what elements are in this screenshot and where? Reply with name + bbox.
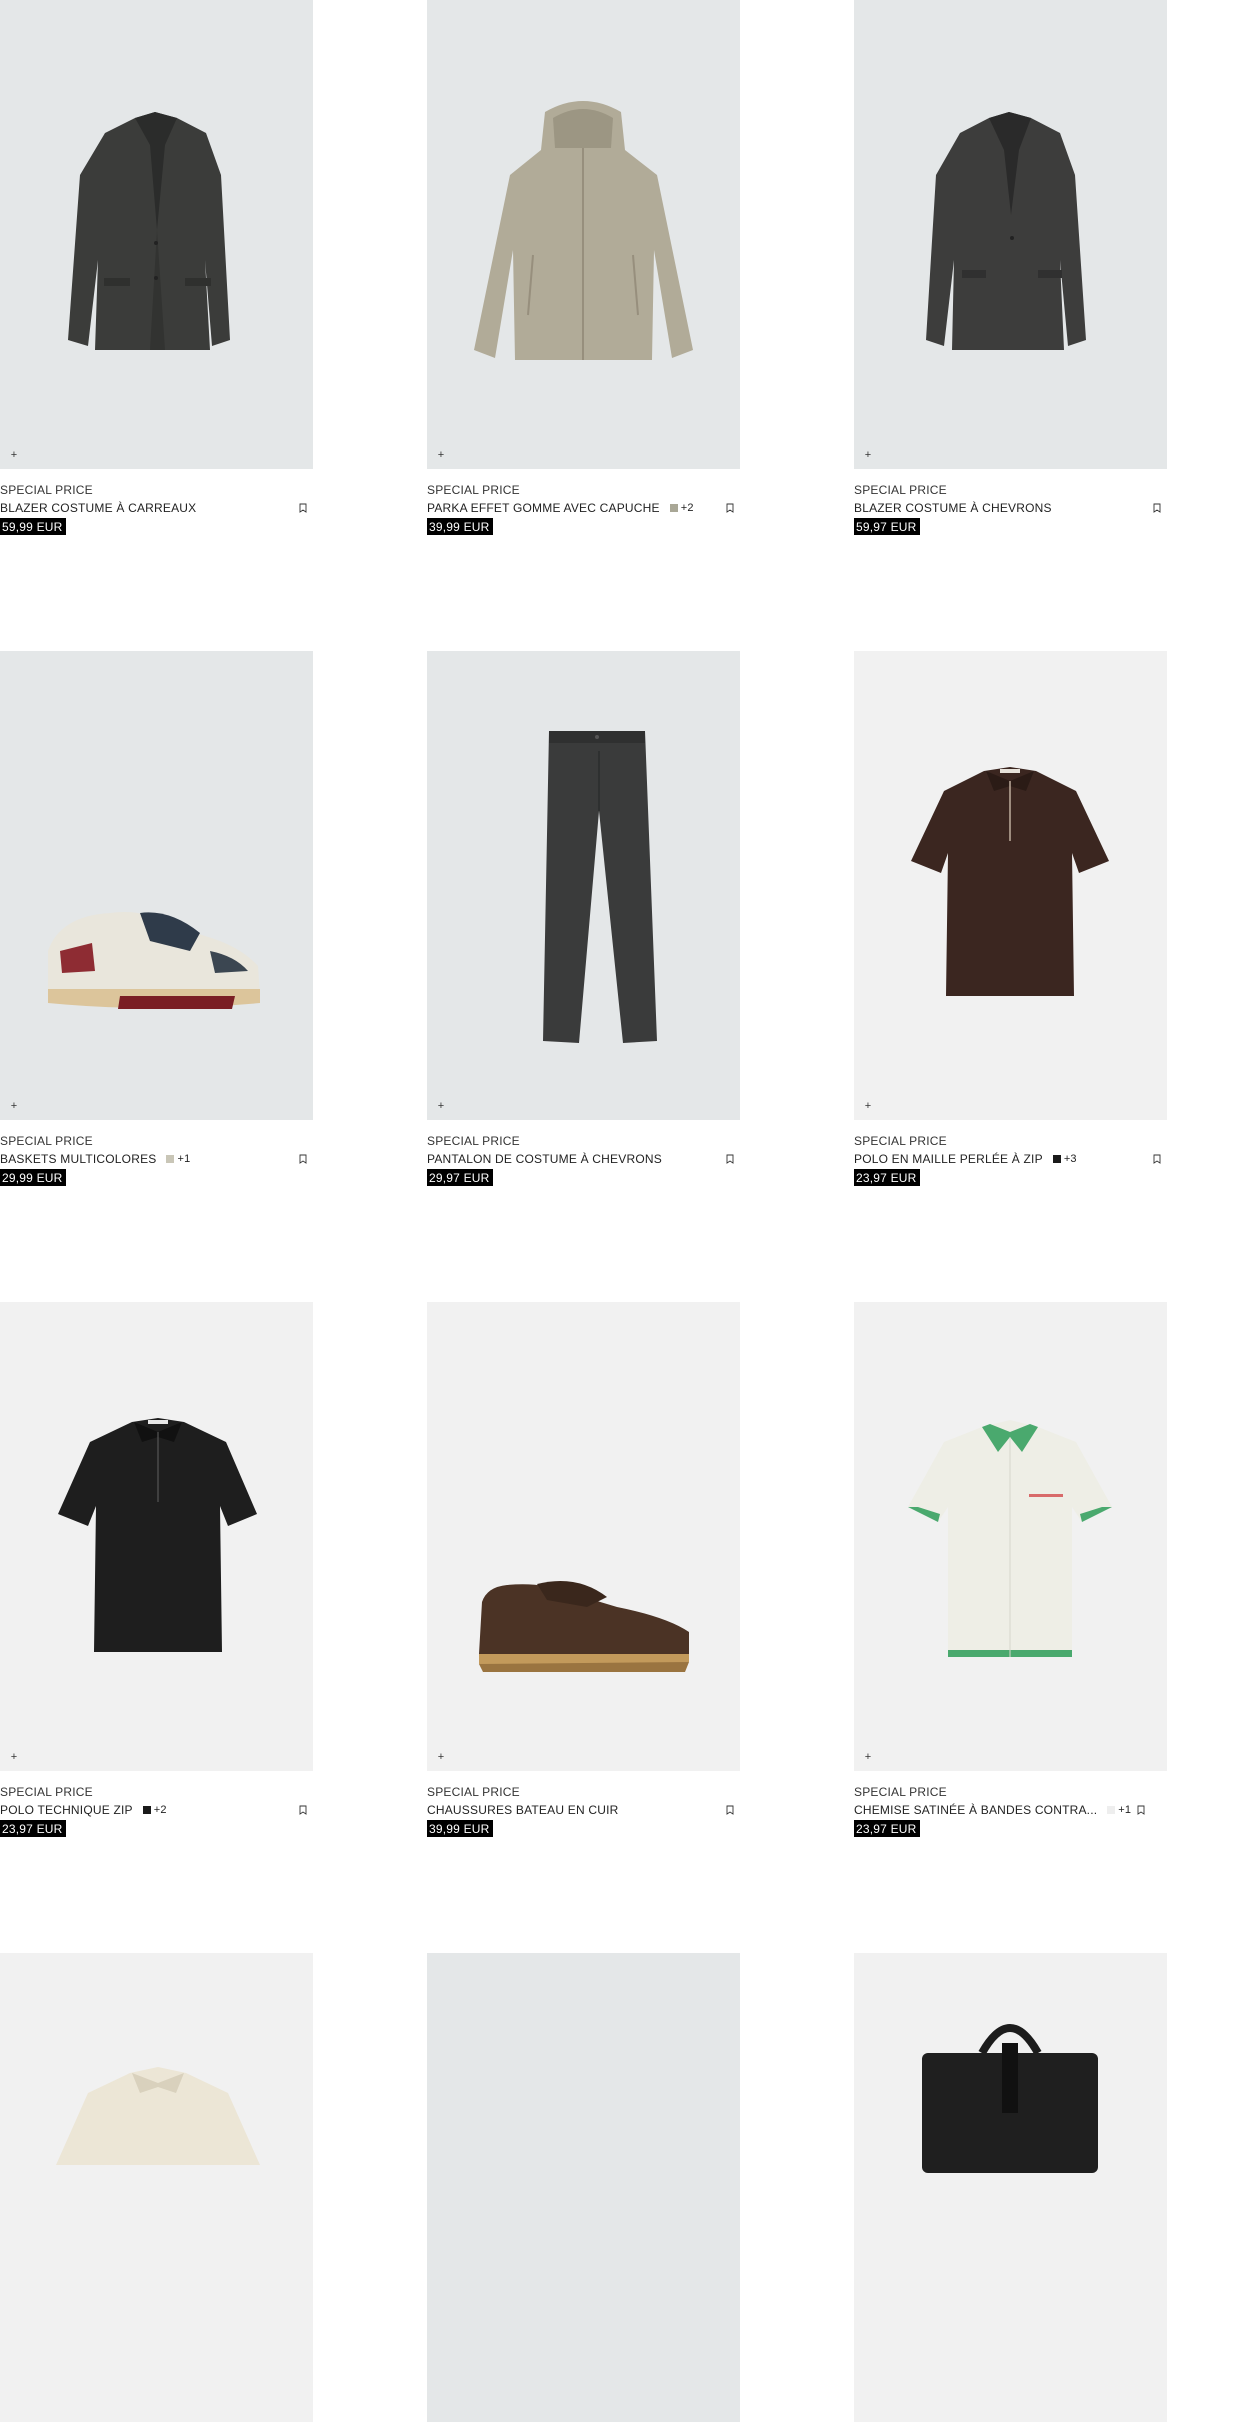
- bookmark-icon[interactable]: [297, 1153, 309, 1165]
- product-price: 23,97 EUR: [0, 1820, 66, 1837]
- product-price: 29,99 EUR: [0, 1169, 66, 1186]
- product-price: 59,99 EUR: [0, 518, 66, 535]
- more-colors-count[interactable]: +1: [177, 1153, 190, 1165]
- trousers-image[interactable]: +: [427, 651, 740, 1120]
- product-card[interactable]: + SPECIAL PRICE BASKETS MULTICOLORES +1 …: [0, 651, 313, 1186]
- product-card[interactable]: + SPECIAL PRICE POLO TECHNIQUE ZIP +2 23…: [0, 1302, 313, 1837]
- parka-beige-image[interactable]: +: [427, 0, 740, 469]
- bookmark-icon[interactable]: [297, 1804, 309, 1816]
- polo-brown-image[interactable]: +: [854, 651, 1167, 1120]
- product-card[interactable]: + SPECIAL PRICE CHEMISE SATINÉE À BANDES…: [854, 1302, 1167, 1837]
- product-price: 39,99 EUR: [427, 518, 493, 535]
- color-swatch[interactable]: [1052, 1154, 1061, 1163]
- polo-black-image[interactable]: +: [0, 1302, 313, 1771]
- product-name[interactable]: PARKA EFFET GOMME AVEC CAPUCHE: [427, 501, 660, 515]
- product-price: 23,97 EUR: [854, 1169, 920, 1186]
- bookmark-icon[interactable]: [1135, 1804, 1147, 1816]
- product-card[interactable]: + SPECIAL PRICE BLAZER COSTUME À CHEVRON…: [854, 0, 1167, 535]
- product-card[interactable]: [0, 1953, 313, 2422]
- quick-add-icon[interactable]: +: [435, 449, 447, 461]
- product-card[interactable]: [854, 1953, 1167, 2422]
- product-card[interactable]: [427, 1953, 740, 2422]
- color-swatch[interactable]: [166, 1154, 175, 1163]
- product-name[interactable]: BLAZER COSTUME À CARREAUX: [0, 501, 196, 515]
- more-colors-count[interactable]: +2: [154, 1804, 167, 1816]
- bookmark-icon[interactable]: [1151, 502, 1163, 514]
- bookmark-icon[interactable]: [724, 1153, 736, 1165]
- overshirt-cream-image[interactable]: [0, 1953, 313, 2422]
- product-price: 23,97 EUR: [854, 1820, 920, 1837]
- sneaker-image[interactable]: +: [0, 651, 313, 1120]
- product-price: 59,97 EUR: [854, 518, 920, 535]
- color-swatch[interactable]: [1107, 1805, 1116, 1814]
- special-price-label: SPECIAL PRICE: [427, 1134, 520, 1148]
- quick-add-icon[interactable]: +: [862, 449, 874, 461]
- quick-add-icon[interactable]: +: [8, 1100, 20, 1112]
- product-name[interactable]: CHEMISE SATINÉE À BANDES CONTRA...: [854, 1803, 1097, 1817]
- special-price-label: SPECIAL PRICE: [427, 483, 520, 497]
- product-name[interactable]: CHAUSSURES BATEAU EN CUIR: [427, 1803, 618, 1817]
- more-colors-count[interactable]: +3: [1064, 1153, 1077, 1165]
- bookmark-icon[interactable]: [724, 502, 736, 514]
- product-name[interactable]: POLO EN MAILLE PERLÉE À ZIP: [854, 1152, 1043, 1166]
- quick-add-icon[interactable]: +: [8, 1751, 20, 1763]
- bag-black-image[interactable]: [854, 1953, 1167, 2422]
- product-card[interactable]: + SPECIAL PRICE PANTALON DE COSTUME À CH…: [427, 651, 740, 1186]
- quick-add-icon[interactable]: +: [8, 449, 20, 461]
- product-name[interactable]: BLAZER COSTUME À CHEVRONS: [854, 501, 1052, 515]
- special-price-label: SPECIAL PRICE: [0, 1134, 93, 1148]
- blazer-dark-image[interactable]: +: [854, 0, 1167, 469]
- product-card[interactable]: + SPECIAL PRICE PARKA EFFET GOMME AVEC C…: [427, 0, 740, 535]
- color-swatch[interactable]: [669, 503, 678, 512]
- special-price-label: SPECIAL PRICE: [427, 1785, 520, 1799]
- special-price-label: SPECIAL PRICE: [0, 1785, 93, 1799]
- blazer-dark-image[interactable]: +: [0, 0, 313, 469]
- special-price-label: SPECIAL PRICE: [854, 1134, 947, 1148]
- special-price-label: SPECIAL PRICE: [0, 483, 93, 497]
- product-name[interactable]: PANTALON DE COSTUME À CHEVRONS: [427, 1152, 662, 1166]
- bookmark-icon[interactable]: [297, 502, 309, 514]
- quick-add-icon[interactable]: +: [435, 1100, 447, 1112]
- product-card[interactable]: + SPECIAL PRICE POLO EN MAILLE PERLÉE À …: [854, 651, 1167, 1186]
- more-colors-count[interactable]: +1: [1118, 1804, 1131, 1816]
- quick-add-icon[interactable]: +: [435, 1751, 447, 1763]
- boat-shoe-image[interactable]: +: [427, 1302, 740, 1771]
- quick-add-icon[interactable]: +: [862, 1751, 874, 1763]
- bookmark-icon[interactable]: [724, 1804, 736, 1816]
- shirt-green-trim-image[interactable]: +: [854, 1302, 1167, 1771]
- quick-add-icon[interactable]: +: [862, 1100, 874, 1112]
- product-card[interactable]: + SPECIAL PRICE BLAZER COSTUME À CARREAU…: [0, 0, 313, 535]
- more-colors-count[interactable]: +2: [681, 502, 694, 514]
- product-name[interactable]: BASKETS MULTICOLORES: [0, 1152, 156, 1166]
- product-card[interactable]: + SPECIAL PRICE CHAUSSURES BATEAU EN CUI…: [427, 1302, 740, 1837]
- special-price-label: SPECIAL PRICE: [854, 1785, 947, 1799]
- product-price: 29,97 EUR: [427, 1169, 493, 1186]
- product-name[interactable]: POLO TECHNIQUE ZIP: [0, 1803, 133, 1817]
- product-price: 39,99 EUR: [427, 1820, 493, 1837]
- special-price-label: SPECIAL PRICE: [854, 483, 947, 497]
- color-swatch[interactable]: [142, 1805, 151, 1814]
- bookmark-icon[interactable]: [1151, 1153, 1163, 1165]
- product-image[interactable]: [427, 1953, 740, 2422]
